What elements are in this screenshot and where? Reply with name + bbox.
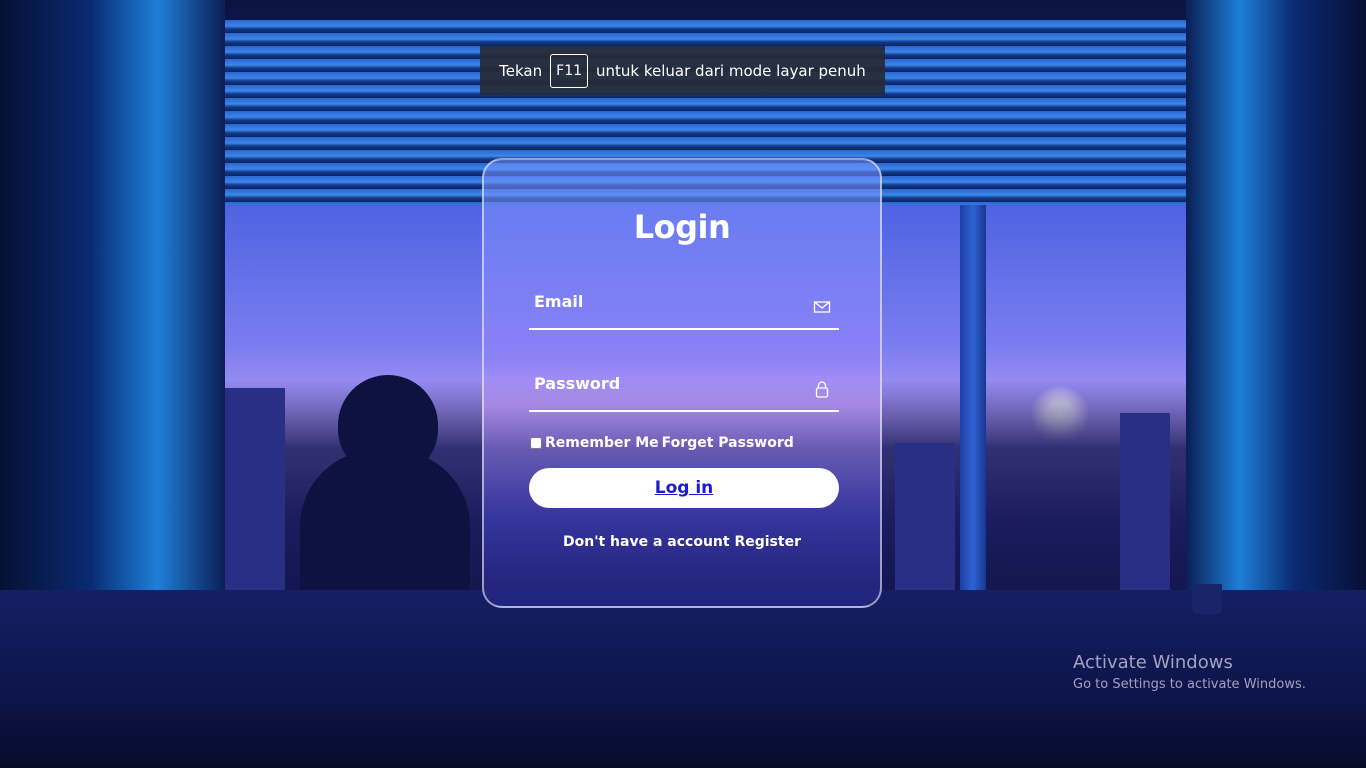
- login-card: Login Email Password Remember Me Forget …: [482, 158, 882, 608]
- window-frame: [960, 205, 986, 610]
- building: [895, 443, 955, 603]
- fullscreen-notice: Tekan F11 untuk keluar dari mode layar p…: [480, 46, 885, 95]
- activate-windows-subtitle: Go to Settings to activate Windows.: [1073, 677, 1306, 692]
- cup: [1192, 584, 1222, 614]
- login-button[interactable]: Log in: [529, 468, 839, 508]
- remember-me-label[interactable]: Remember Me: [545, 435, 659, 451]
- building: [215, 388, 285, 608]
- remember-row: Remember Me Forget Password: [530, 435, 794, 451]
- envelope-icon: [813, 298, 831, 316]
- email-placeholder: Email: [534, 292, 584, 311]
- email-field[interactable]: Email: [529, 288, 839, 330]
- activate-windows-title: Activate Windows: [1073, 652, 1233, 673]
- fullscreen-notice-suffix: untuk keluar dari mode layar penuh: [596, 61, 866, 80]
- girl-head: [338, 375, 438, 475]
- fullscreen-notice-prefix: Tekan: [499, 61, 543, 80]
- password-field[interactable]: Password: [529, 370, 839, 412]
- f11-key-badge: F11: [550, 53, 589, 88]
- building: [1120, 413, 1170, 603]
- lock-icon: [813, 380, 831, 398]
- login-title: Login: [633, 208, 731, 246]
- register-link[interactable]: Register: [734, 534, 801, 550]
- activate-windows-watermark: Activate Windows Go to Settings to activ…: [1073, 652, 1306, 692]
- register-prompt: Don't have a account Register: [484, 534, 880, 550]
- register-prompt-text: Don't have a account: [563, 534, 730, 550]
- remember-me-checkbox[interactable]: [530, 437, 542, 449]
- password-placeholder: Password: [534, 374, 621, 393]
- forgot-password-link[interactable]: Forget Password: [662, 435, 794, 451]
